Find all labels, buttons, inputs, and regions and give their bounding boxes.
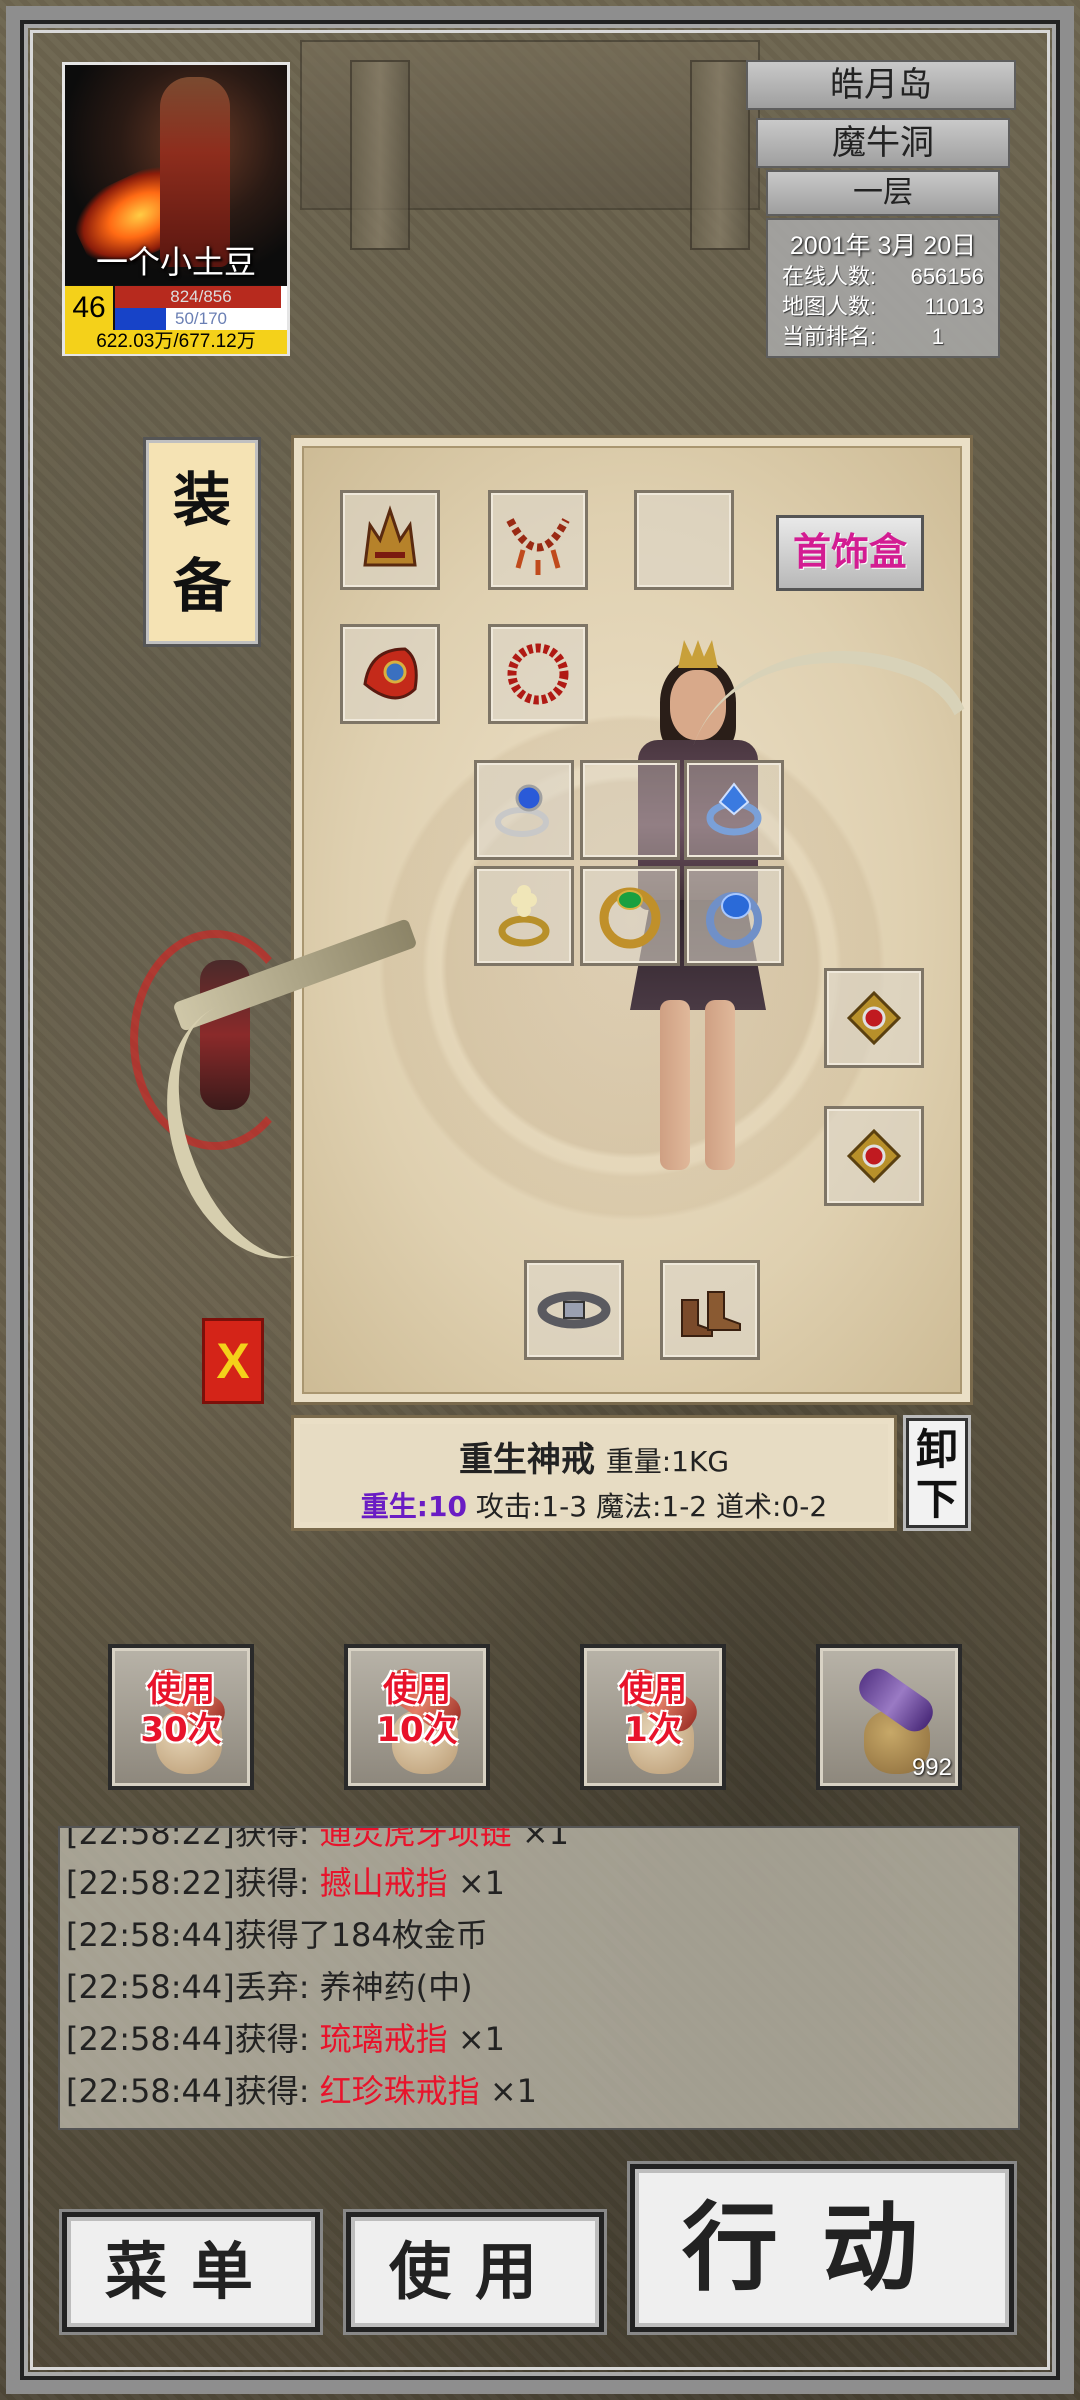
blue-orb-ring-icon xyxy=(495,784,549,837)
armor-slot[interactable] xyxy=(340,624,440,724)
character-leg xyxy=(705,1000,735,1170)
bracelet-icon xyxy=(846,1128,902,1184)
belt-icon xyxy=(537,1291,611,1329)
item-name: 重生神戒 xyxy=(458,1440,595,1480)
quick-slot-1[interactable]: 使用 30次 xyxy=(108,1644,254,1790)
item-info-panel: 重生神戒 重量:1KG 重生:10 攻击:1-3 魔法:1-2 道术:0-2 xyxy=(294,1418,894,1528)
log-line: [22:58:44]获得: 琉璃戒指 ×1 xyxy=(66,2020,506,2058)
floor-name: 一层 xyxy=(766,170,1000,216)
ring-slot-4[interactable] xyxy=(474,866,574,966)
map-count: 地图人数: 11013 xyxy=(768,292,998,322)
menu-button[interactable]: 菜单 xyxy=(62,2212,320,2332)
ring-slot-1[interactable] xyxy=(474,760,574,860)
game-date: 2001年 3月 20日 xyxy=(789,232,977,260)
belt-slot[interactable] xyxy=(524,1260,624,1360)
character-crown xyxy=(678,640,718,668)
jewelry-box-button[interactable]: 首饰盒 xyxy=(776,515,924,591)
hp-text: 824/856 xyxy=(170,287,232,306)
bracelet-slot-2[interactable] xyxy=(824,1106,924,1206)
quick-slot-label: 使用 30次 xyxy=(140,1670,222,1750)
tab-char-1: 装 xyxy=(172,466,231,534)
close-button[interactable]: X xyxy=(202,1318,264,1404)
item-stats-row: 重生:10 攻击:1-3 魔法:1-2 道术:0-2 xyxy=(300,1485,888,1525)
necklace-slot[interactable] xyxy=(488,490,588,590)
mp-text: 50/170 xyxy=(175,309,227,328)
quick-slot-3[interactable]: 使用 1次 xyxy=(580,1644,726,1790)
log-line: [22:58:22]获得: 通灵虎牙项链 ×1 xyxy=(66,1826,570,1852)
quick-slot-count: 992 xyxy=(911,1754,952,1781)
quick-slot-label: 使用 10次 xyxy=(376,1670,458,1750)
bracelet-icon xyxy=(846,990,902,1046)
player-card[interactable]: 一个小土豆 46 824/856 50/170 622.03万/677.12万 xyxy=(62,62,290,356)
bead-necklace-slot[interactable] xyxy=(488,624,588,724)
unequip-char-2: 下 xyxy=(915,1475,958,1524)
sapphire-ring-icon xyxy=(706,892,762,948)
ring-slot-5[interactable] xyxy=(580,866,680,966)
message-log[interactable]: [22:58:22]获得: 通灵虎牙项链 ×1 [22:58:22]获得: 撼山… xyxy=(58,1826,1020,2130)
online-label: 在线人数: xyxy=(782,264,877,289)
log-line: [22:58:44]丢弃: 养神药(中) xyxy=(66,1968,473,2006)
ring-slot-3[interactable] xyxy=(684,760,784,860)
unequip-button[interactable]: 卸 下 xyxy=(906,1418,968,1528)
pearl-ring-icon xyxy=(498,885,550,947)
quick-slot-4[interactable]: 992 xyxy=(816,1644,962,1790)
boots-slot[interactable] xyxy=(660,1260,760,1360)
online-value: 656156 xyxy=(910,264,984,289)
mp-bar: 50/170 xyxy=(115,308,287,330)
ring-slot-2[interactable] xyxy=(580,760,680,860)
character-leg xyxy=(660,1000,690,1170)
helmet-icon xyxy=(363,505,417,567)
item-rebirth: 重生:10 xyxy=(360,1490,467,1523)
pillar xyxy=(350,60,410,250)
dungeon-name: 魔牛洞 xyxy=(756,118,1010,168)
map-value: 11013 xyxy=(924,294,984,319)
log-line: [22:58:44]获得: 红珍珠戒指 ×1 xyxy=(66,2072,538,2110)
equipment-tab[interactable]: 装 备 xyxy=(146,440,258,644)
server-info: 2001年 3月 20日 在线人数: 656156 地图人数: 11013 当前排名… xyxy=(766,218,1000,358)
armor-icon xyxy=(363,647,418,700)
bracelet-slot-1[interactable] xyxy=(824,968,924,1068)
green-gem-ring-icon xyxy=(599,887,661,949)
log-line: [22:58:44]获得了184枚金币 xyxy=(66,1916,488,1954)
item-stats: 攻击:1-3 魔法:1-2 道术:0-2 xyxy=(475,1490,828,1523)
player-level: 46 xyxy=(65,286,113,330)
online-count: 在线人数: 656156 xyxy=(768,262,998,292)
map-label: 地图人数: xyxy=(782,294,877,319)
boots-icon xyxy=(681,1291,741,1337)
blue-gem-ring-icon xyxy=(706,782,762,836)
region-name: 皓月岛 xyxy=(746,60,1016,110)
quick-slot-label: 使用 1次 xyxy=(619,1670,687,1750)
player-name: 一个小土豆 xyxy=(95,243,256,281)
use-button[interactable]: 使用 xyxy=(346,2212,604,2332)
necklace-icon xyxy=(506,518,570,575)
rank-label: 当前排名: xyxy=(782,324,877,349)
ring-slot-6[interactable] xyxy=(684,866,784,966)
tab-char-2: 备 xyxy=(172,552,231,620)
log-line: [22:58:22]获得: 撼山戒指 ×1 xyxy=(66,1864,506,1902)
item-title-row: 重生神戒 重量:1KG xyxy=(300,1432,888,1481)
empty-slot[interactable] xyxy=(634,490,734,590)
rank-value: 1 xyxy=(931,324,944,349)
helmet-slot[interactable] xyxy=(340,490,440,590)
action-button[interactable]: 行动 xyxy=(630,2164,1014,2332)
unequip-char-1: 卸 xyxy=(915,1425,958,1474)
exp-text: 622.03万/677.12万 xyxy=(65,330,287,354)
bead-necklace-icon xyxy=(507,643,569,705)
rank: 当前排名: 1 xyxy=(768,322,998,352)
hp-bar: 824/856 xyxy=(115,286,287,308)
pillar xyxy=(690,60,750,250)
quick-slot-2[interactable]: 使用 10次 xyxy=(344,1644,490,1790)
item-weight: 重量:1KG xyxy=(605,1445,730,1478)
